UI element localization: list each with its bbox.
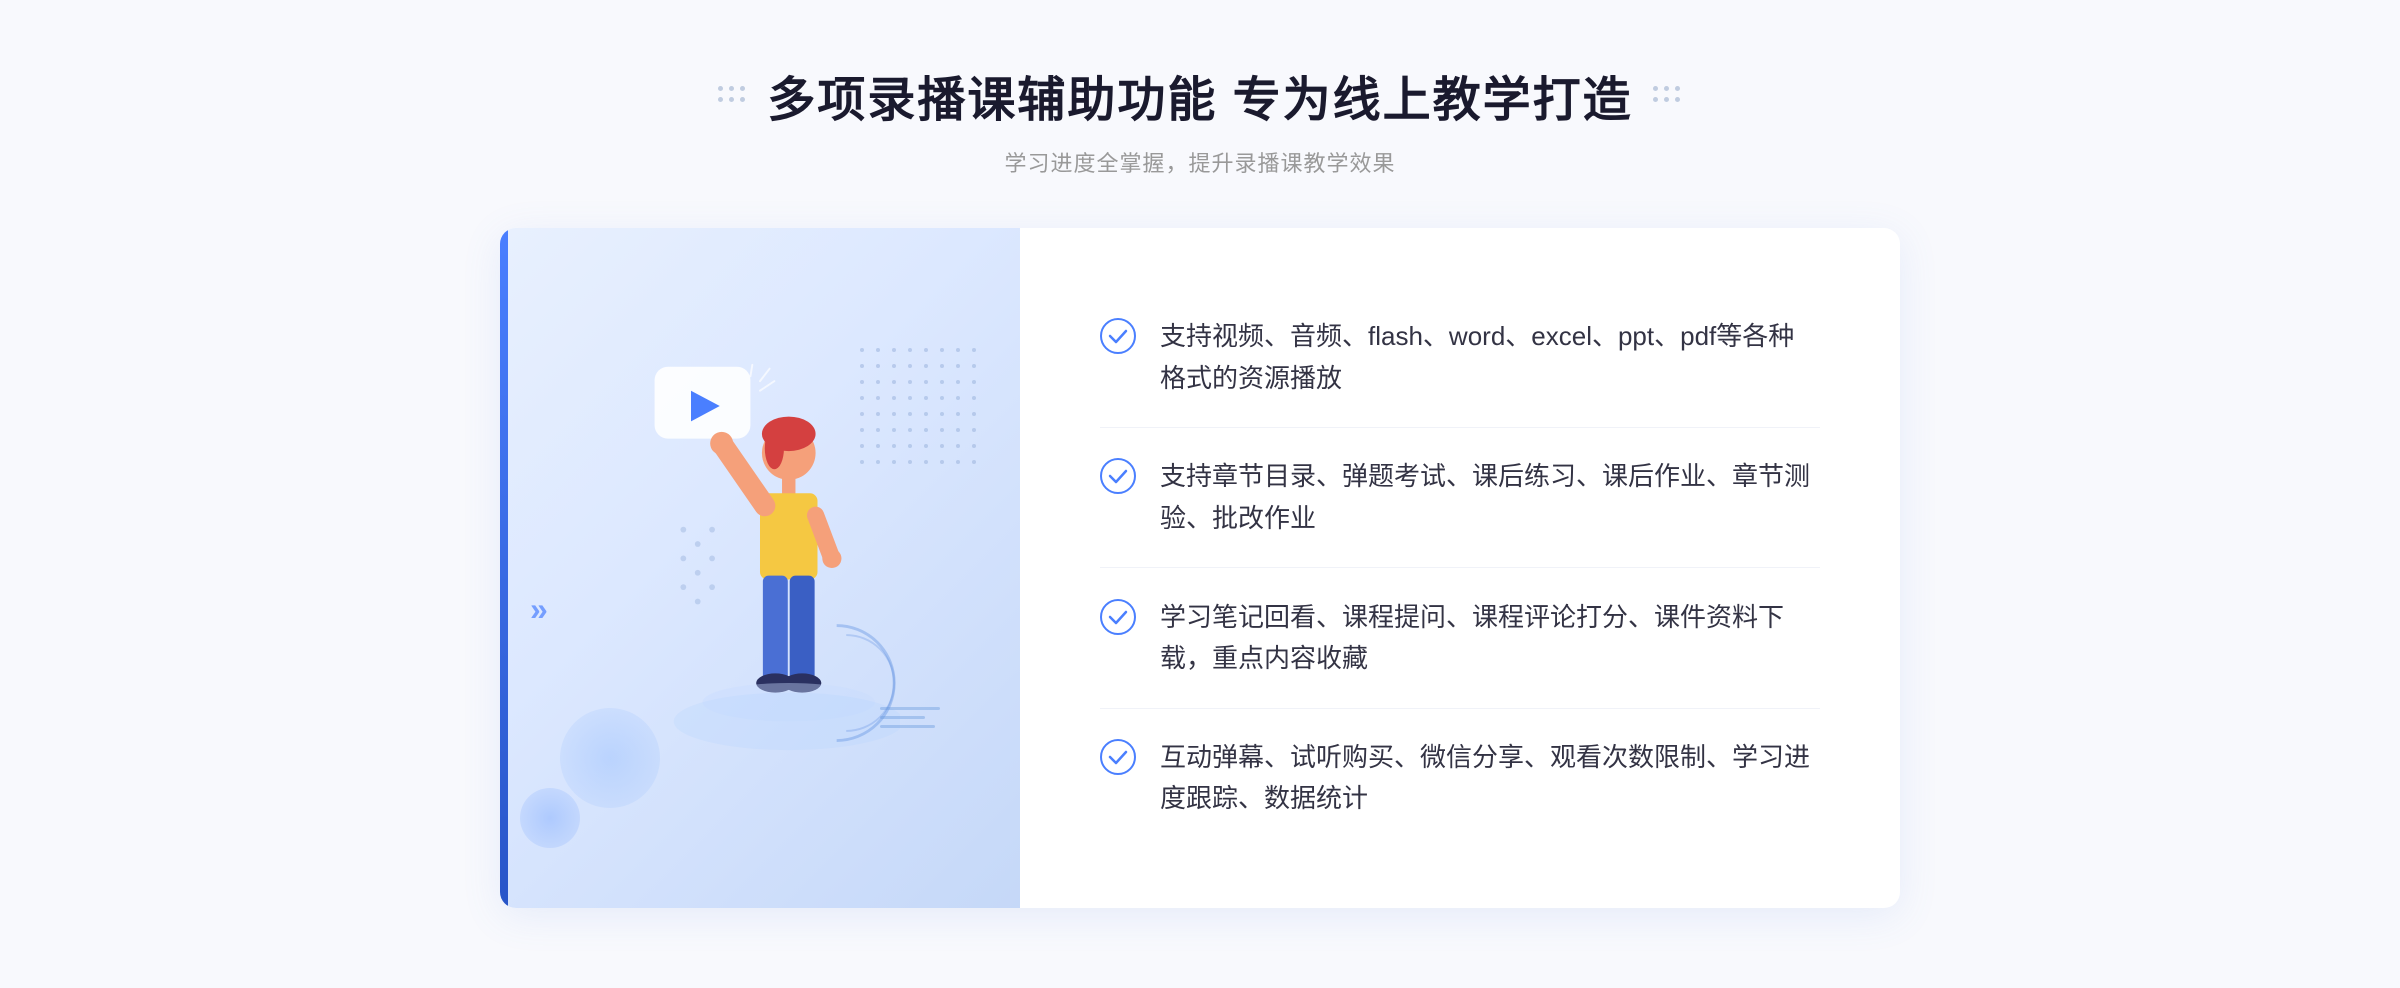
deco-dot (729, 97, 734, 102)
deco-dots-right (1653, 86, 1682, 104)
title-row: 多项录播课辅助功能 专为线上教学打造 (718, 60, 1681, 130)
deco-dot (740, 97, 745, 102)
page-container: 多项录播课辅助功能 专为线上教学打造 学习进度全掌握，提升录播课教学效果 (0, 0, 2400, 988)
lines-deco (880, 707, 940, 728)
feature-text-1: 支持视频、音频、flash、word、excel、ppt、pdf等各种格式的资源… (1160, 316, 1820, 399)
feature-item-1: 支持视频、音频、flash、word、excel、ppt、pdf等各种格式的资源… (1100, 288, 1820, 428)
deco-dot (1675, 86, 1680, 91)
deco-dot (1664, 97, 1669, 102)
check-icon-1 (1100, 318, 1136, 354)
check-icon-2 (1100, 458, 1136, 494)
deco-dots-left (718, 86, 747, 104)
feature-text-4: 互动弹幕、试听购买、微信分享、观看次数限制、学习进度跟踪、数据统计 (1160, 737, 1820, 820)
feature-text-3: 学习笔记回看、课程提问、课程评论打分、课件资料下载，重点内容收藏 (1160, 597, 1820, 680)
content-area: » (500, 228, 1900, 908)
deco-dot (718, 86, 723, 91)
deco-dot (1664, 86, 1669, 91)
right-content: 支持视频、音频、flash、word、excel、ppt、pdf等各种格式的资源… (1020, 228, 1900, 908)
deco-dot (718, 97, 723, 102)
subtitle: 学习进度全掌握，提升录播课教学效果 (718, 146, 1681, 178)
chevrons-icon: » (530, 591, 548, 628)
header-section: 多项录播课辅助功能 专为线上教学打造 学习进度全掌握，提升录播课教学效果 (718, 60, 1681, 178)
line-deco (880, 707, 940, 710)
feature-text-2: 支持章节目录、弹题考试、课后练习、课后作业、章节测验、批改作业 (1160, 456, 1820, 539)
deco-dot (1653, 86, 1658, 91)
feature-item-4: 互动弹幕、试听购买、微信分享、观看次数限制、学习进度跟踪、数据统计 (1100, 709, 1820, 848)
feature-item-2: 支持章节目录、弹题考试、课后练习、课后作业、章节测验、批改作业 (1100, 428, 1820, 568)
line-deco (880, 716, 925, 719)
left-illustration: » (500, 228, 1020, 908)
person-illustration (620, 338, 900, 798)
deco-dot (740, 86, 745, 91)
feature-item-3: 学习笔记回看、课程提问、课程评论打分、课件资料下载，重点内容收藏 (1100, 569, 1820, 709)
deco-dot (1675, 97, 1680, 102)
dot-grid (860, 348, 980, 472)
blue-accent-bar (500, 228, 508, 908)
circle-blue (560, 708, 660, 808)
deco-dot (729, 86, 734, 91)
main-title: 多项录播课辅助功能 专为线上教学打造 (767, 60, 1632, 130)
check-icon-3 (1100, 599, 1136, 635)
check-icon-4 (1100, 739, 1136, 775)
deco-dot (1653, 97, 1658, 102)
circle-blue-2 (520, 788, 580, 848)
dot-pattern (860, 348, 980, 468)
line-deco (880, 725, 935, 728)
